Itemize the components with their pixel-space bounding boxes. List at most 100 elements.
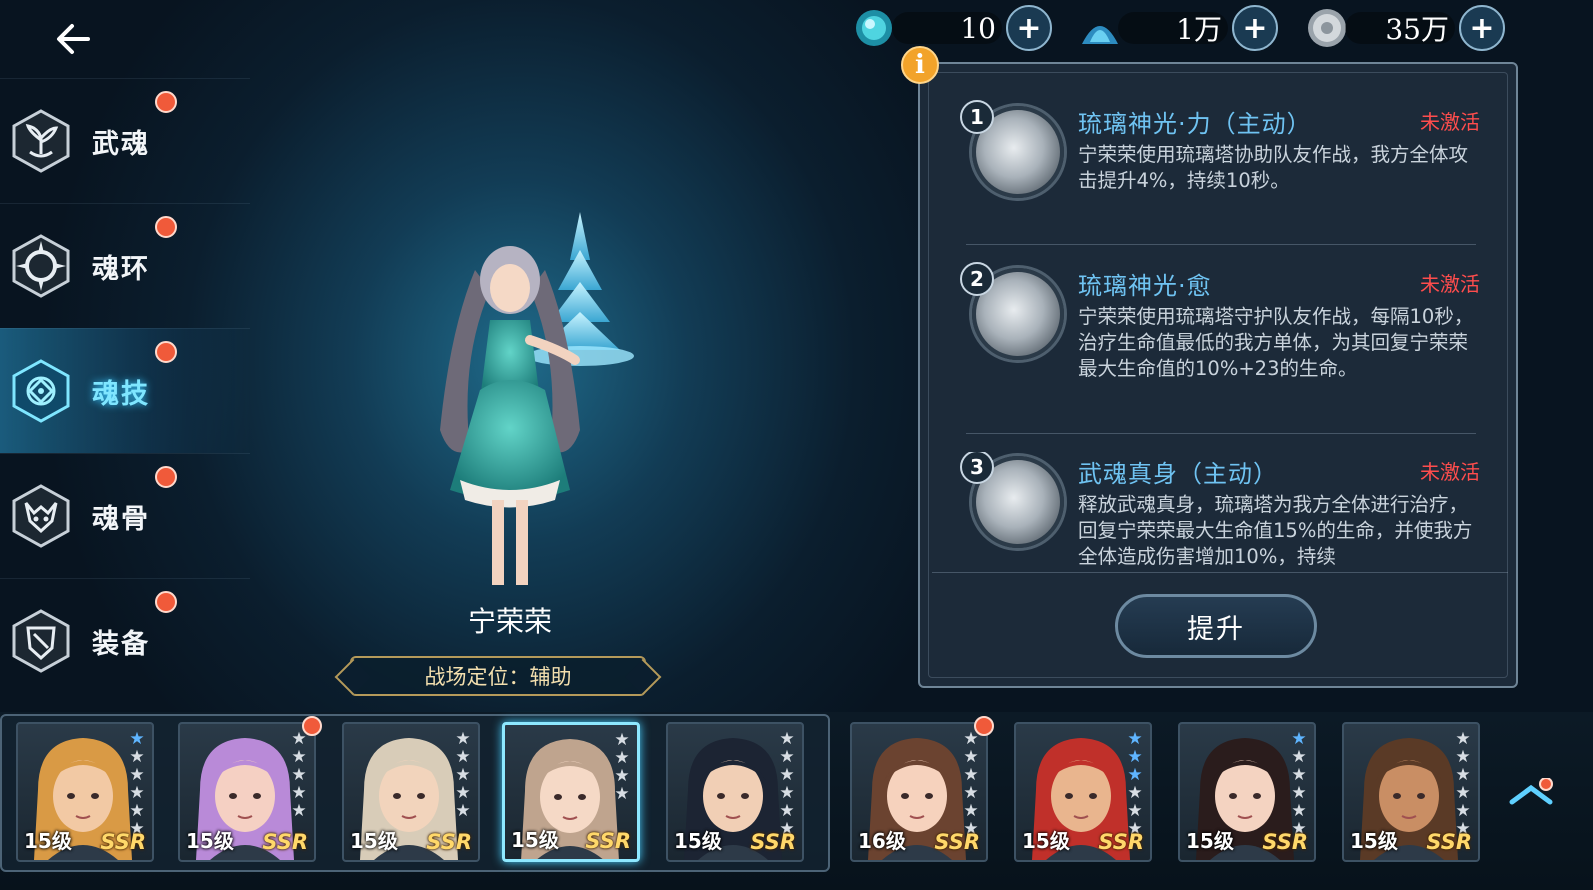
star-rating: ★ ★ ★ ★ ★ ★ (960, 730, 982, 838)
skill-item-1[interactable]: 1 琉璃神光·力（主动） 未激活 宁荣荣使用琉璃塔协助队友作战，我方全体攻击提升… (950, 100, 1490, 212)
hero-card[interactable]: ★ ★ ★ ★ ★ 15级 SSR (178, 722, 316, 862)
hero-level: 15级 (186, 829, 234, 853)
star-icon: ★ (963, 801, 979, 821)
skill-number-badge: 1 (960, 100, 994, 134)
skill-description: 宁荣荣使用琉璃塔守护队友作战，每隔10秒，治疗生命值最低的我方单体，为其回复宁荣… (1078, 305, 1474, 380)
skill-description: 释放武魂真身，琉璃塔为我方全体进行治疗，回复宁荣荣最大生命值15%的生命，并使我… (1078, 493, 1473, 568)
hero-card[interactable]: ★ ★ ★ ★ ★ ★ 15级 SSR (1342, 722, 1480, 862)
add-soul-crystal-button[interactable]: + (1006, 5, 1052, 51)
star-icon: ★ (1455, 729, 1471, 749)
star-rating: ★ ★ ★ ★ ★ ★ (1452, 730, 1474, 838)
star-icon: ★ (1455, 747, 1471, 767)
star-rating: ★ ★ ★ ★ (611, 731, 633, 803)
sidebar-item-label: 魂环 (92, 253, 150, 285)
skill-item-3[interactable]: 3 武魂真身（主动） 未激活 释放武魂真身，琉璃塔为我方全体进行治疗，回复宁荣荣… (950, 452, 1490, 572)
notification-dot (155, 91, 177, 113)
notification-dot (974, 716, 994, 736)
hero-card[interactable]: ★ ★ ★ ★ ★ ★ 15级 SSR (1178, 722, 1316, 862)
notification-dot (155, 466, 177, 488)
star-icon: ★ (614, 766, 630, 786)
spirit-sprout-icon (8, 108, 74, 174)
skill-icon: 1 (960, 100, 1064, 198)
hero-level: 15级 (1186, 829, 1234, 853)
sidebar: 武魂 魂环 魂技 魂骨 装备 (0, 78, 250, 703)
star-icon: ★ (1455, 783, 1471, 803)
hero-level: 15级 (1350, 829, 1398, 853)
currency-soul-crystal: 10 + (852, 5, 1052, 51)
character-name: 宁荣荣 (467, 605, 552, 638)
hero-rarity: SSR (100, 830, 146, 854)
star-icon: ★ (455, 747, 471, 767)
notification-dot (155, 216, 177, 238)
expand-roster-button[interactable] (1508, 778, 1554, 808)
blue-dust-icon (1082, 26, 1118, 44)
sidebar-item-soul-bone[interactable]: 魂骨 (0, 453, 250, 578)
sidebar-item-soul-ring[interactable]: 魂环 (0, 203, 250, 328)
hero-level: 15级 (1022, 829, 1070, 853)
star-icon: ★ (1127, 765, 1143, 785)
star-icon: ★ (963, 783, 979, 803)
star-icon: ★ (455, 801, 471, 821)
star-rating: ★ ★ ★ ★ ★ ★ (1124, 730, 1146, 838)
sidebar-item-label: 装备 (92, 628, 150, 660)
hero-card[interactable]: ★ ★ ★ ★ ★ 15级 SSR (342, 722, 480, 862)
arrow-left-icon (57, 24, 90, 54)
hero-card[interactable]: ★ ★ ★ ★ ★ ★ 15级 SSR (16, 722, 154, 862)
hero-level: 15级 (674, 829, 722, 853)
star-rating: ★ ★ ★ ★ ★ ★ (776, 730, 798, 838)
sidebar-item-label: 魂技 (92, 378, 150, 410)
star-icon: ★ (963, 747, 979, 767)
info-icon[interactable]: i (901, 46, 939, 84)
skill-title: 武魂真身（主动） (1078, 460, 1278, 488)
star-icon: ★ (614, 730, 630, 750)
equipment-shield-icon (8, 608, 74, 674)
sidebar-item-label: 魂骨 (92, 503, 150, 535)
silver-coin-icon (1308, 9, 1346, 47)
hero-card[interactable]: ★ ★ ★ ★ ★ ★ 15级 SSR (1014, 722, 1152, 862)
star-rating: ★ ★ ★ ★ ★ (452, 730, 474, 820)
hero-card[interactable]: ★ ★ ★ ★ 15级 SSR (502, 722, 640, 862)
star-icon: ★ (455, 783, 471, 803)
skill-panel: 1 琉璃神光·力（主动） 未激活 宁荣荣使用琉璃塔协助队友作战，我方全体攻击提升… (918, 62, 1518, 688)
sidebar-item-soul-skill[interactable]: 魂技 (0, 328, 250, 453)
star-icon: ★ (779, 801, 795, 821)
sidebar-item-spirit[interactable]: 武魂 (0, 78, 250, 203)
star-icon: ★ (1291, 801, 1307, 821)
star-icon: ★ (1455, 765, 1471, 785)
star-icon: ★ (779, 747, 795, 767)
add-silver-coin-button[interactable]: + (1459, 5, 1505, 51)
skill-title: 琉璃神光·力（主动） (1078, 110, 1312, 138)
currency-blue-dust: 1万 + (1078, 5, 1278, 51)
notification-dot (155, 341, 177, 363)
hero-level: 16级 (858, 829, 906, 853)
soul-skill-icon (8, 358, 74, 424)
soul-crystal-icon (856, 10, 892, 46)
battle-role-tag: 战场定位：辅助 (350, 656, 646, 696)
star-icon: ★ (291, 801, 307, 821)
star-icon: ★ (1127, 801, 1143, 821)
hero-card[interactable]: ★ ★ ★ ★ ★ ★ 16级 SSR (850, 722, 988, 862)
upgrade-button[interactable]: 提升 (1115, 594, 1317, 658)
skill-title: 琉璃神光·愈 (1078, 272, 1212, 300)
star-icon: ★ (779, 765, 795, 785)
star-icon: ★ (291, 783, 307, 803)
star-icon: ★ (1455, 801, 1471, 821)
star-icon: ★ (129, 747, 145, 767)
hero-level: 15级 (511, 828, 559, 852)
divider (966, 244, 1476, 245)
star-rating: ★ ★ ★ ★ ★ ★ (1288, 730, 1310, 838)
hero-card[interactable]: ★ ★ ★ ★ ★ ★ 15级 SSR (666, 722, 804, 862)
skill-number-badge: 2 (960, 262, 994, 296)
sidebar-item-equipment[interactable]: 装备 (0, 578, 250, 703)
hero-level: 15级 (350, 829, 398, 853)
star-icon: ★ (779, 783, 795, 803)
star-icon: ★ (1291, 747, 1307, 767)
skill-description: 宁荣荣使用琉璃塔协助队友作战，我方全体攻击提升4%，持续10秒。 (1078, 143, 1469, 192)
back-button[interactable] (50, 14, 100, 64)
character-model[interactable] (380, 200, 640, 600)
blue-dust-amount: 1万 (1118, 12, 1228, 46)
star-icon: ★ (291, 765, 307, 785)
skill-item-2[interactable]: 2 琉璃神光·愈 未激活 宁荣荣使用琉璃塔守护队友作战，每隔10秒，治疗生命值最… (950, 262, 1490, 414)
add-blue-dust-button[interactable]: + (1232, 5, 1278, 51)
star-icon: ★ (1291, 729, 1307, 749)
